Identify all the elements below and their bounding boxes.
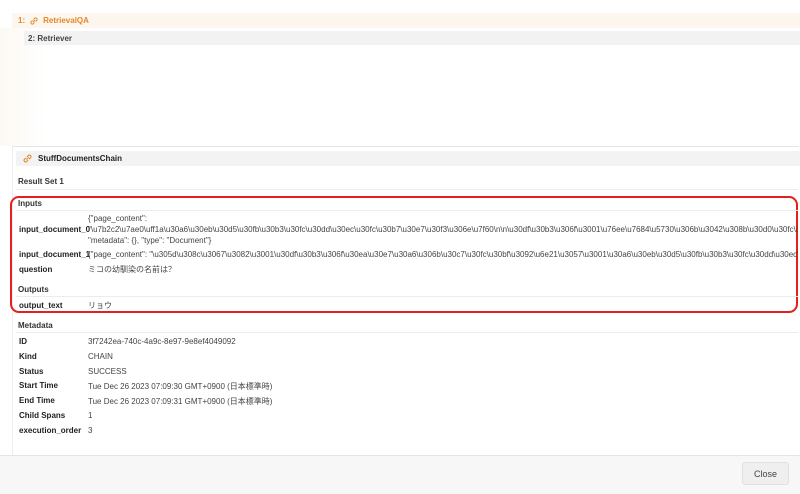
metadata-key: Start Time: [19, 381, 58, 390]
span-label: RetrievalQA: [43, 16, 89, 25]
span-index: 1:: [18, 16, 26, 25]
metadata-heading: Metadata: [18, 321, 53, 330]
output-value: リョウ: [88, 301, 112, 310]
chain-title: StuffDocumentsChain: [38, 154, 122, 163]
outputs-heading: Outputs: [18, 285, 49, 294]
metadata-value: SUCCESS: [88, 367, 127, 376]
metadata-value: CHAIN: [88, 352, 113, 361]
metadata-value: Tue Dec 26 2023 07:09:31 GMT+0900 (日本標準時…: [88, 397, 273, 406]
metadata-value: Tue Dec 26 2023 07:09:30 GMT+0900 (日本標準時…: [88, 382, 273, 391]
input-value-line: "metadata": {}, "type": "Document"}: [88, 236, 212, 245]
metadata-value: 3f7242ea-740c-4a9c-8e97-9e8ef4049092: [88, 337, 236, 346]
input-key: input_document_1: [19, 250, 91, 259]
link-icon: [30, 16, 38, 25]
inputs-heading: Inputs: [18, 199, 42, 208]
metadata-key: Child Spans: [19, 411, 66, 420]
metadata-value: 1: [88, 411, 93, 420]
output-key: output_text: [19, 301, 63, 310]
decorative-gradient: [0, 28, 45, 146]
metadata-key: End Time: [19, 396, 55, 405]
close-button[interactable]: Close: [742, 462, 789, 485]
trace-span-retriever[interactable]: 2: Retriever: [24, 31, 800, 45]
divider: [16, 189, 798, 190]
trace-span-retrievalqa[interactable]: 1: RetrievalQA: [12, 13, 800, 28]
input-key: input_document_0: [19, 225, 91, 234]
input-value-line: {"page_content":: [88, 214, 148, 223]
result-set-heading: Result Set 1: [18, 177, 64, 186]
input-value-line: "\u7b2c2\u7ae0\uff1a\u30a6\u30eb\u30d5\u…: [88, 225, 798, 234]
chain-header: StuffDocumentsChain: [16, 151, 800, 166]
input-key: question: [19, 265, 53, 274]
input-value: {"page_content": "\u305d\u308c\u3067\u30…: [88, 250, 798, 259]
metadata-value: 3: [88, 426, 93, 435]
divider: [16, 296, 798, 297]
input-value: ミコの幼馴染の名前は？: [88, 265, 176, 274]
metadata-key: ID: [19, 337, 27, 346]
divider: [16, 332, 798, 333]
metadata-key: Status: [19, 367, 44, 376]
divider: [16, 210, 798, 211]
metadata-key: Kind: [19, 352, 37, 361]
modal-footer: [0, 455, 800, 494]
link-icon: [23, 154, 32, 163]
metadata-key: execution_order: [19, 426, 82, 435]
